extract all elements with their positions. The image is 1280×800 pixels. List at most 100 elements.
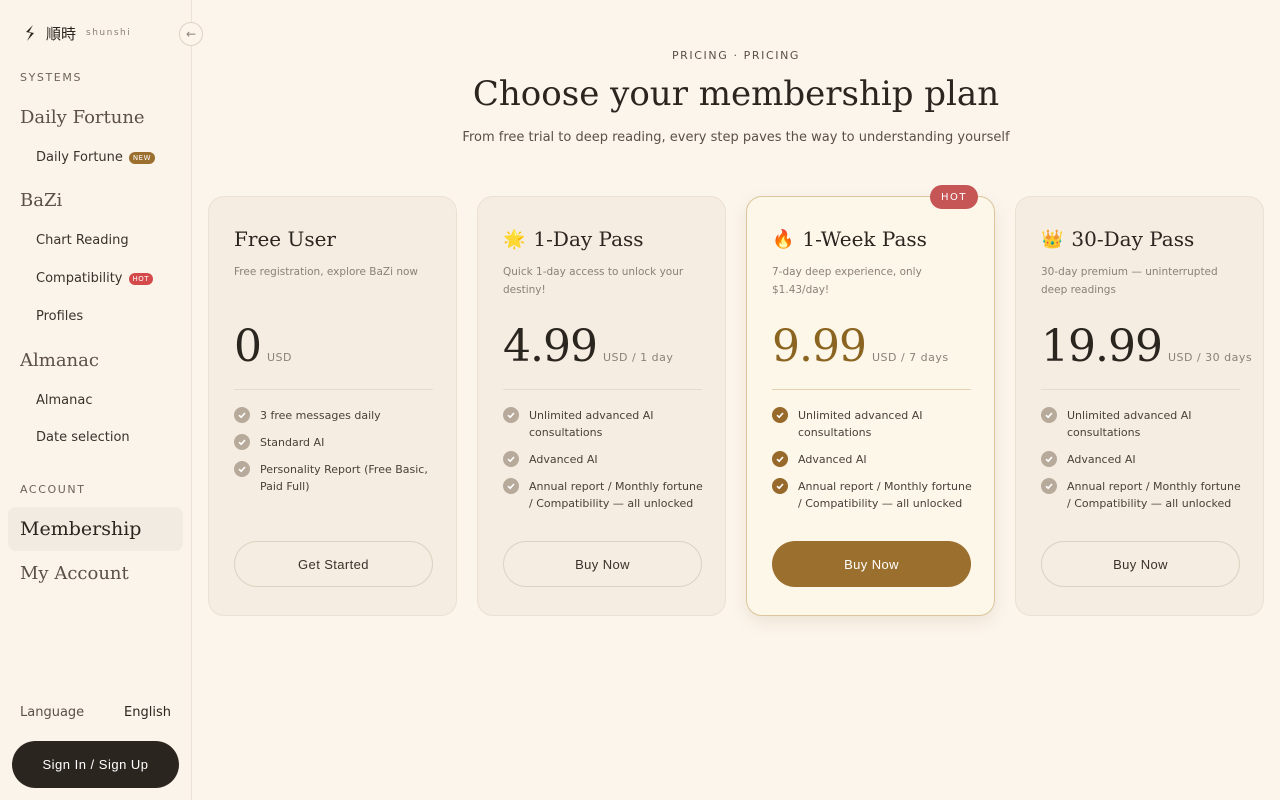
feature-text: Unlimited advanced AI consultations [1067,409,1192,439]
plan-name: 👑 30-Day Pass [1041,227,1194,251]
sidebar-item-daily-fortune[interactable]: Daily Fortune NEW [36,150,156,165]
brand-name: 順時 [46,24,77,43]
feature-text: Annual report / Monthly fortune / Compat… [798,480,972,510]
feature-list: Unlimited advanced AI consultations Adva… [772,407,972,522]
sidebar-item-my-account[interactable]: My Account [20,563,129,584]
feature-list: Unlimited advanced AI consultations Adva… [1041,407,1241,522]
nav-group-bazi[interactable]: BaZi [20,190,62,211]
feature-text: Annual report / Monthly fortune / Compat… [529,480,703,510]
sidebar-item-label: Date selection [36,430,130,445]
feature-text: Advanced AI [798,453,867,466]
plan-name-text: 1-Week Pass [802,227,927,251]
sidebar-item-membership[interactable]: Membership [8,507,183,551]
plan-description: 30-day premium — uninterrupted deep read… [1041,266,1218,296]
check-icon [234,461,250,477]
sidebar-item-profiles[interactable]: Profiles [36,309,83,324]
price-unit: USD [267,351,293,364]
plan-card-1-day: 🌟 1-Day Pass Quick 1-day access to unloc… [477,196,726,616]
feature-item: Annual report / Monthly fortune / Compat… [503,478,703,512]
crown-icon: 👑 [1041,228,1064,250]
plan-name: 🌟 1-Day Pass [503,227,644,251]
plan-price: 19.99 [1041,321,1163,372]
language-value[interactable]: English [124,705,171,720]
sign-in-button[interactable]: Sign In / Sign Up [12,741,179,788]
sidebar-item-almanac[interactable]: Almanac [36,393,93,408]
check-icon [1041,478,1057,494]
nav-group-daily-fortune[interactable]: Daily Fortune [20,107,145,128]
plan-card-1-week: HOT 🔥 1-Week Pass 7-day deep experience,… [746,185,995,616]
plan-name: Free User [234,227,336,251]
price-row: 4.99 USD / 1 day [503,321,673,372]
feature-text: Unlimited advanced AI consultations [798,409,923,439]
plan-card-free: Free User Free registration, explore BaZ… [208,196,457,616]
check-icon [772,407,788,423]
price-unit: USD / 7 days [871,351,949,364]
sidebar-item-label: Compatibility [36,271,123,286]
page-subtitle: From free trial to deep reading, every s… [462,130,1010,145]
arrow-left-icon: ← [185,27,197,41]
feature-item: Personality Report (Free Basic, Paid Ful… [234,461,434,495]
collapse-sidebar-button[interactable]: ← [179,22,203,46]
feature-text: 3 free messages daily [260,409,381,422]
feature-text: Standard AI [260,436,325,449]
divider [503,389,702,390]
plan-name-text: 1-Day Pass [533,227,644,251]
sidebar-item-label: Almanac [36,393,93,408]
plan-price: 4.99 [503,321,598,372]
price-row: 9.99 USD / 7 days [772,321,949,372]
hot-badge: HOT [128,272,154,285]
sidebar-item-chart-reading[interactable]: Chart Reading [36,233,129,248]
feature-item: Annual report / Monthly fortune / Compat… [1041,478,1241,512]
price-unit: USD / 1 day [602,351,674,364]
check-icon [1041,407,1057,423]
price-row: 0 USD [234,321,292,372]
plan-card-30-day: 👑 30-Day Pass 30-day premium — uninterru… [1015,196,1264,616]
language-selector[interactable]: Language English [20,705,171,720]
pricing-eyebrow: PRICING · PRICING [671,49,801,62]
feature-text: Personality Report (Free Basic, Paid Ful… [260,463,428,493]
price-row: 19.99 USD / 30 days [1041,321,1252,372]
buy-now-button[interactable]: Buy Now [772,541,971,587]
check-icon [503,451,519,467]
sidebar-item-label: Daily Fortune [36,150,123,165]
feature-item: Standard AI [234,434,434,451]
hot-badge: HOT [930,185,978,209]
check-icon [503,407,519,423]
price-unit: USD / 30 days [1167,351,1253,364]
feature-item: Annual report / Monthly fortune / Compat… [772,478,972,512]
feature-item: Unlimited advanced AI consultations [772,407,972,441]
sidebar-item-date-selection[interactable]: Date selection [36,430,130,445]
check-icon [772,478,788,494]
account-section-label: ACCOUNT [20,483,86,496]
new-badge: NEW [128,151,156,164]
sidebar-item-label: Chart Reading [36,233,129,248]
buy-now-button[interactable]: Buy Now [503,541,702,587]
page-title: Choose your membership plan [472,74,1000,114]
check-icon [503,478,519,494]
check-icon [234,407,250,423]
check-icon [1041,451,1057,467]
sidebar-item-compatibility[interactable]: Compatibility HOT [36,271,154,286]
plan-description: Free registration, explore BaZi now [234,266,419,278]
feature-item: Advanced AI [1041,451,1241,468]
feature-item: Unlimited advanced AI consultations [1041,407,1241,441]
feature-text: Annual report / Monthly fortune / Compat… [1067,480,1241,510]
nav-group-almanac[interactable]: Almanac [20,350,99,371]
brand[interactable]: 順時 shunshi [22,22,131,44]
sidebar: 順時 shunshi ← SYSTEMS Daily Fortune Daily… [0,0,203,800]
plan-description: 7-day deep experience, only $1.43/day! [772,266,922,296]
divider [1041,389,1240,390]
feature-text: Unlimited advanced AI consultations [529,409,654,439]
buy-now-button[interactable]: Buy Now [1041,541,1240,587]
divider [772,389,971,390]
plan-name: 🔥 1-Week Pass [772,227,927,251]
feature-list: 3 free messages daily Standard AI Person… [234,407,434,505]
check-icon [772,451,788,467]
language-label: Language [20,705,85,720]
feature-item: Unlimited advanced AI consultations [503,407,703,441]
brand-subtitle: shunshi [86,28,132,38]
check-icon [234,434,250,450]
plan-name-text: Free User [234,227,336,251]
star-icon: 🌟 [503,228,526,250]
get-started-button[interactable]: Get Started [234,541,433,587]
